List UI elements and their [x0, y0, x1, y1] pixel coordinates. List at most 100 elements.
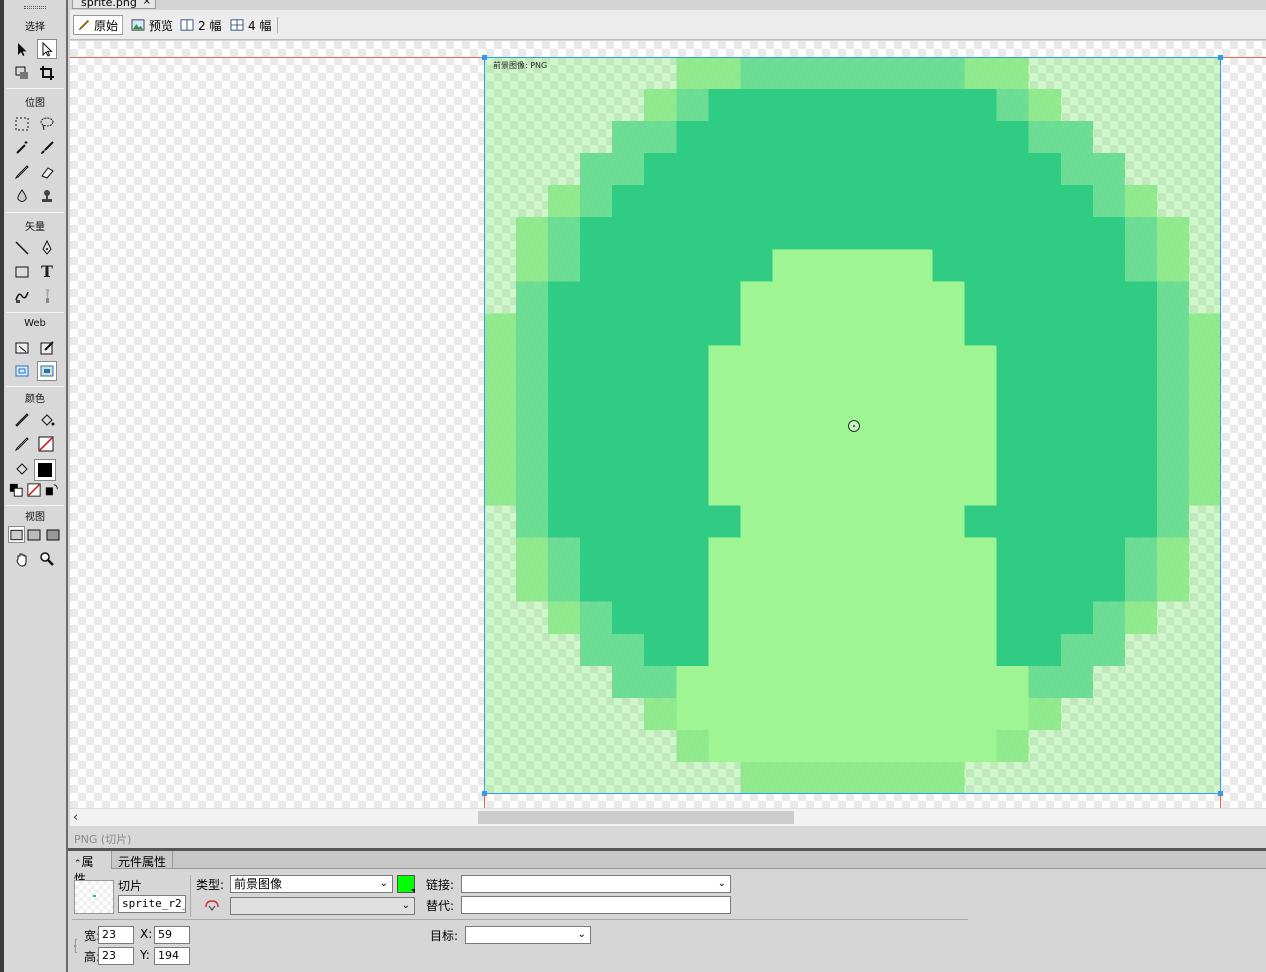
section-select-label: 选择	[25, 22, 45, 33]
pencil-icon	[78, 19, 90, 31]
scrollbar-thumb[interactable]	[478, 811, 794, 824]
document-canvas[interactable]: 前景图像: PNG	[70, 41, 1266, 808]
original-view-button[interactable]: 原始	[73, 15, 124, 35]
two-up-icon	[180, 19, 194, 31]
freeform-tool-icon[interactable]	[12, 286, 32, 306]
text-tool-icon[interactable]: T	[37, 262, 57, 282]
section-colors-label: 颜色	[25, 394, 45, 405]
paint-bucket-tool-icon[interactable]	[37, 410, 57, 430]
slice-label: 前景图像: PNG	[493, 61, 548, 70]
preview-view-label: 预览	[149, 18, 174, 33]
no-color-icon[interactable]	[27, 483, 41, 497]
toolbox: 选择 位图 矢量 T Web 颜色 视图	[0, 0, 68, 972]
chevron-down-icon: ⌄	[717, 878, 726, 889]
preview-view-button[interactable]: 预览	[127, 15, 177, 35]
divider	[190, 875, 191, 917]
divider	[6, 212, 64, 213]
magic-wand-tool-icon[interactable]	[12, 138, 32, 158]
slice-handle[interactable]	[482, 55, 487, 60]
slice-thumbnail-mark	[93, 895, 96, 897]
slice-behavior-icon[interactable]	[204, 897, 220, 913]
divider	[6, 88, 64, 89]
four-up-icon	[230, 19, 244, 31]
fill-color-icon[interactable]	[12, 459, 32, 479]
chevron-down-icon: ⌄	[401, 900, 410, 911]
y-field[interactable]: 194	[154, 947, 190, 965]
scale-tool-icon[interactable]	[12, 63, 32, 83]
hand-tool-icon[interactable]	[12, 549, 32, 569]
guide-line	[1220, 794, 1221, 808]
four-up-view-label: 4 幅	[248, 18, 272, 33]
toolbox-grip[interactable]	[24, 6, 46, 9]
swap-colors-icon[interactable]	[45, 483, 59, 497]
show-slices-icon[interactable]	[37, 361, 57, 381]
pointer-tool-icon[interactable]	[12, 39, 32, 59]
zoom-tool-icon[interactable]	[37, 549, 57, 569]
eyedropper-tool-icon[interactable]	[12, 410, 32, 430]
knife-tool-icon[interactable]	[37, 286, 57, 306]
hide-slices-icon[interactable]	[12, 361, 32, 381]
pen-tool-icon[interactable]	[37, 238, 57, 258]
tab-properties[interactable]: ⌃属性	[68, 851, 112, 886]
guide-line	[484, 794, 485, 808]
x-label: X:	[140, 927, 153, 941]
subselection-tool-icon[interactable]	[37, 39, 57, 59]
slice-handle[interactable]	[1218, 55, 1223, 60]
default-colors-icon[interactable]	[9, 483, 23, 497]
target-select[interactable]: ⌄	[465, 926, 591, 944]
slice-center-marker[interactable]	[848, 420, 860, 432]
hotspot-tool-icon[interactable]	[12, 338, 32, 358]
fill-color-swatch[interactable]	[34, 459, 56, 481]
slice-tool-icon[interactable]	[37, 338, 57, 358]
stroke-color-swatch[interactable]	[36, 434, 56, 454]
section-vector-label: 矢量	[25, 222, 45, 233]
slice-thumbnail	[74, 880, 114, 914]
slice-name-field[interactable]: sprite_r2_c	[118, 895, 186, 913]
four-up-view-button[interactable]: 4 幅	[226, 15, 275, 35]
slice-color-swatch[interactable]	[397, 875, 415, 893]
divider	[277, 17, 278, 33]
object-type-label: 切片	[118, 879, 143, 893]
alt-text-input[interactable]	[461, 896, 731, 914]
two-up-view-label: 2 幅	[198, 18, 222, 33]
pencil-tool-icon[interactable]	[12, 162, 32, 182]
brush-tool-icon[interactable]	[37, 138, 57, 158]
rubber-stamp-tool-icon[interactable]	[37, 186, 57, 206]
close-tab-icon[interactable]: ×	[143, 0, 151, 7]
original-view-label: 原始	[94, 18, 119, 33]
alt-label: 替代:	[426, 899, 455, 913]
image-icon	[131, 19, 145, 31]
height-field[interactable]: 23	[98, 947, 134, 965]
chevron-down-icon: ⌄	[577, 929, 586, 940]
slice-type-select[interactable]: 前景图像 ⌄	[230, 875, 393, 893]
crop-tool-icon[interactable]	[37, 63, 57, 83]
constrain-proportions-icon[interactable]	[72, 927, 80, 965]
horizontal-scrollbar[interactable]: ‹	[70, 808, 1266, 826]
stroke-color-icon[interactable]	[12, 434, 32, 454]
divider	[6, 386, 64, 387]
line-tool-icon[interactable]	[12, 238, 32, 258]
section-view-label: 视图	[25, 512, 45, 523]
two-up-view-button[interactable]: 2 幅	[176, 15, 225, 35]
chevron-down-icon: ⌄	[379, 878, 388, 889]
scroll-left-icon[interactable]: ‹	[73, 810, 78, 825]
full-screen-mode-icon[interactable]	[44, 526, 61, 543]
x-field[interactable]: 59	[154, 926, 190, 944]
link-label: 链接:	[426, 878, 455, 892]
behavior-select[interactable]: ⌄	[230, 897, 415, 915]
full-screen-menus-mode-icon[interactable]	[25, 526, 42, 543]
type-label: 类型:	[196, 878, 225, 892]
properties-panel: ⌃属性 元件属性 切片 sprite_r2_c 类型: 前景图像 ⌄ ⌄ 链接:…	[68, 848, 1266, 972]
rectangle-tool-icon[interactable]	[12, 262, 32, 282]
tab-symbol-properties[interactable]: 元件属性	[112, 851, 174, 869]
collapse-icon[interactable]: ⌃	[74, 859, 82, 869]
eraser-tool-icon[interactable]	[37, 162, 57, 182]
width-field[interactable]: 23	[98, 926, 134, 944]
divider	[122, 17, 123, 33]
link-input[interactable]: ⌄	[461, 875, 731, 893]
standard-screen-mode-icon[interactable]	[8, 526, 25, 543]
marquee-tool-icon[interactable]	[12, 114, 32, 134]
blur-tool-icon[interactable]	[12, 186, 32, 206]
lasso-tool-icon[interactable]	[37, 114, 57, 134]
document-tab[interactable]: sprite.png ×	[72, 0, 156, 9]
